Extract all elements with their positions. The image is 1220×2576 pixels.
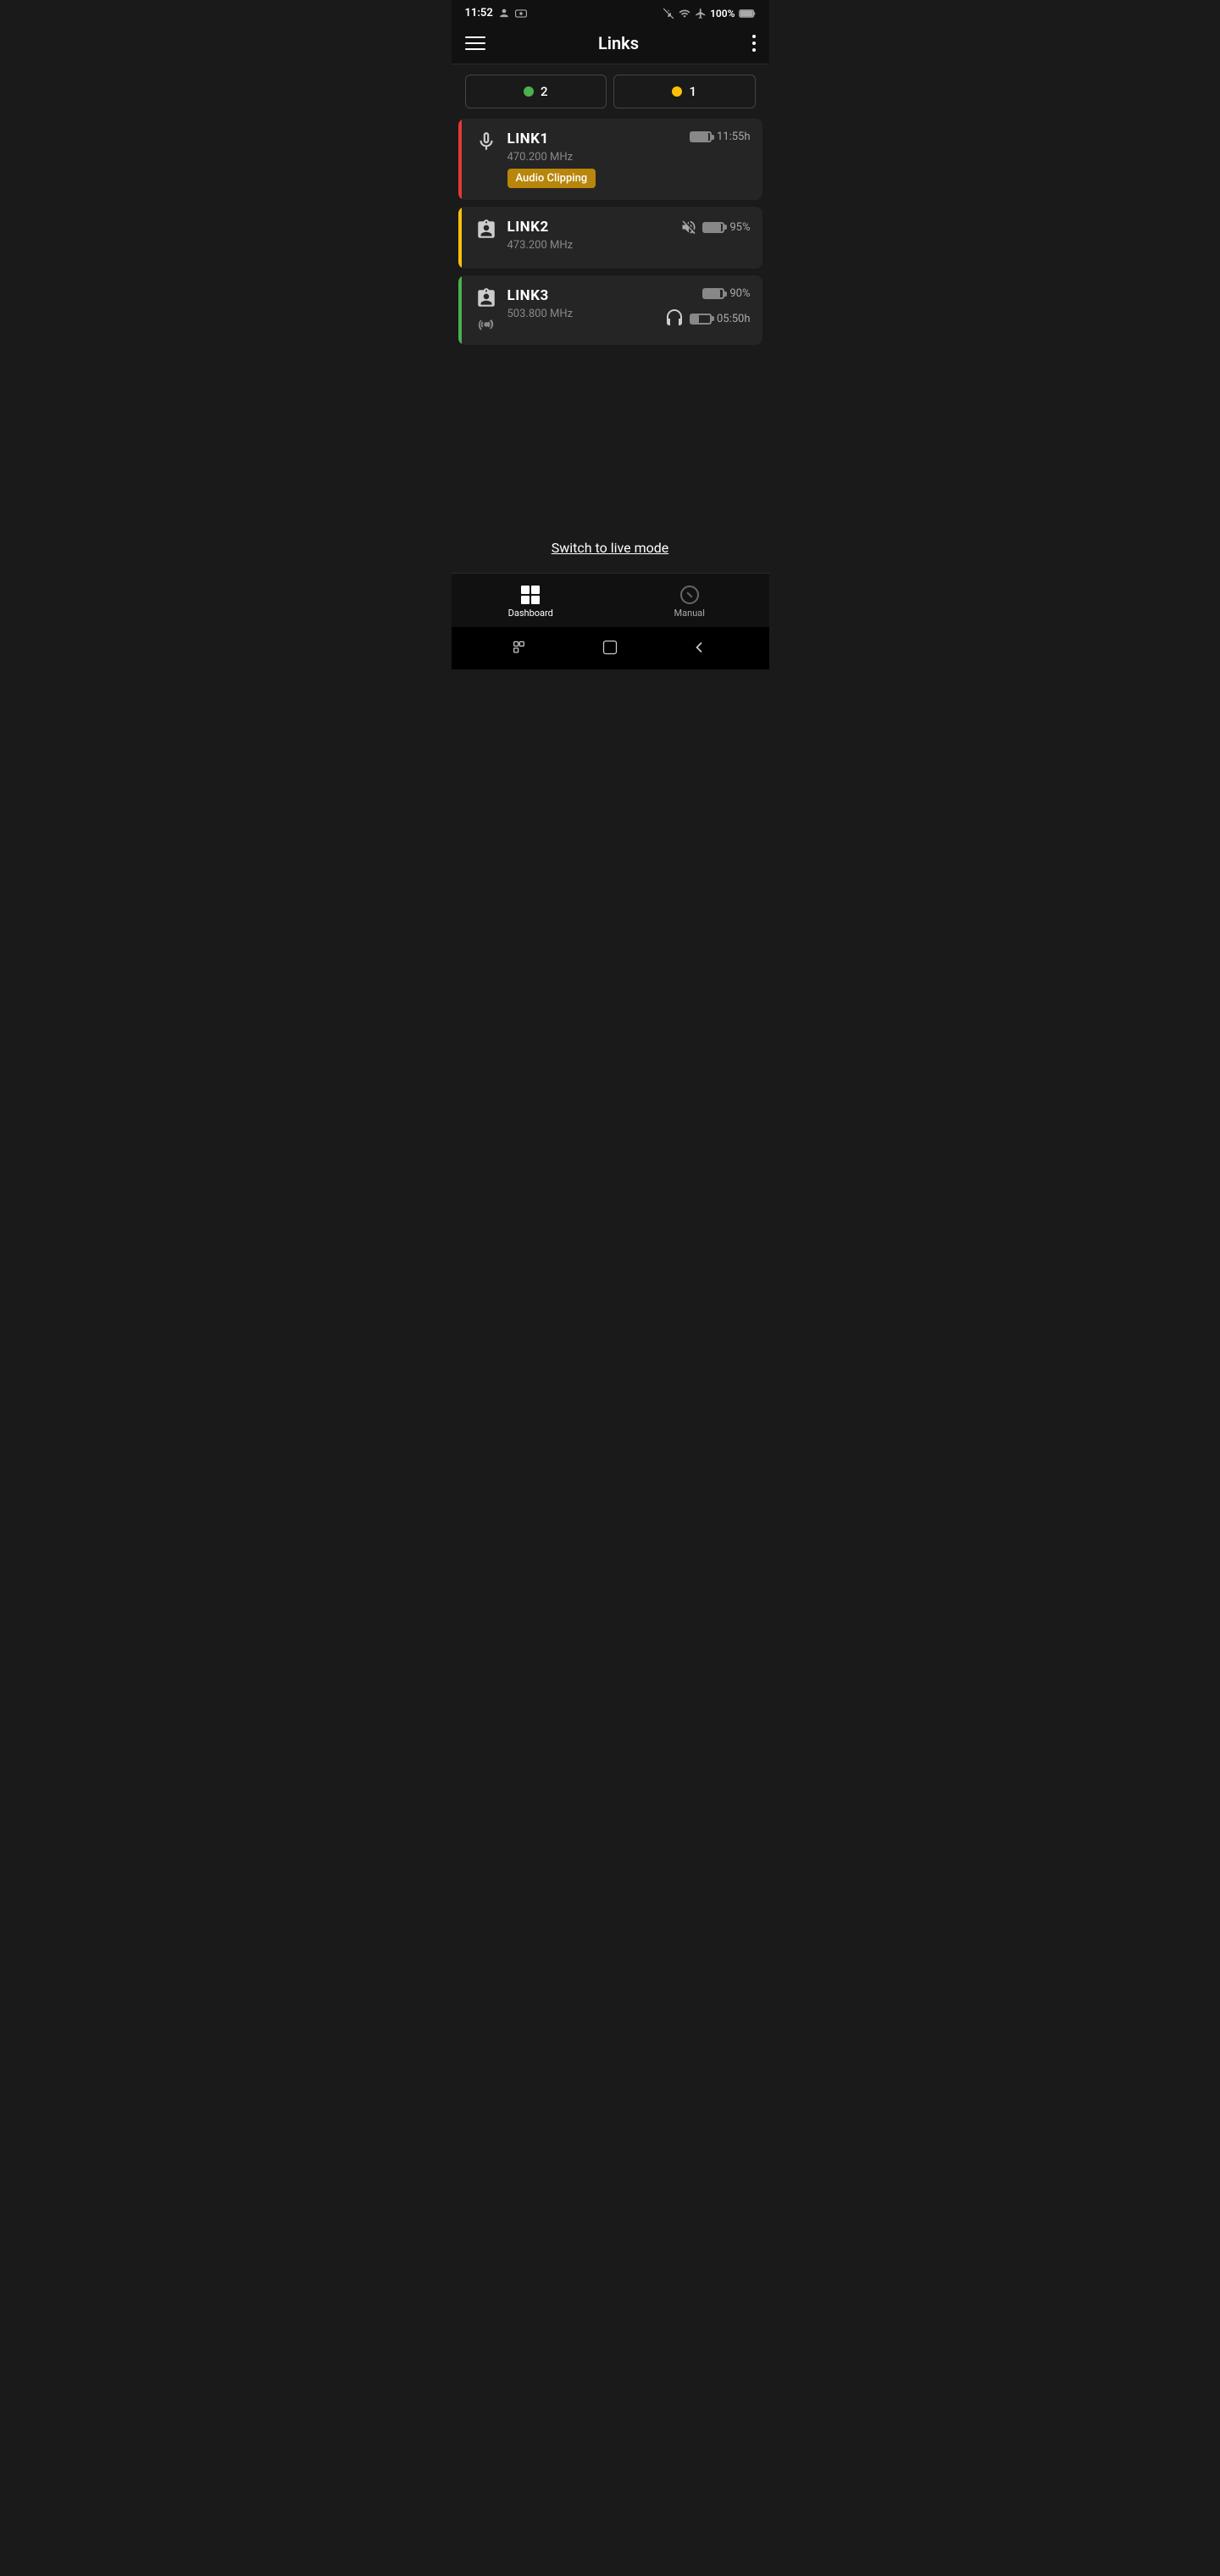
tab-green-count: 2 <box>541 84 548 99</box>
status-icons: 100% <box>663 8 755 19</box>
link3-right: 90% 05:50h <box>664 287 751 329</box>
link-card-1[interactable]: LINK1 470.200 MHz Audio Clipping 11:55h <box>458 119 762 200</box>
page-title: Links <box>598 33 639 53</box>
filter-tabs: 2 1 <box>452 64 769 119</box>
mute-icon <box>680 219 697 236</box>
link2-battery-fill <box>704 224 720 231</box>
bottom-navigation: Dashboard Manual <box>452 573 769 627</box>
link1-name: LINK1 <box>507 130 674 147</box>
link1-badge: Audio Clipping <box>507 169 596 188</box>
link3-battery-percent: 90% <box>729 287 750 300</box>
bottom-nav-dashboard[interactable]: Dashboard <box>452 580 611 624</box>
link3-battery-icon <box>702 288 724 299</box>
dot-1 <box>752 35 756 38</box>
hamburger-line-1 <box>465 36 485 38</box>
link2-content: LINK2 473.200 MHz <box>507 219 674 257</box>
headphone-icon <box>664 308 685 329</box>
dot-3 <box>752 48 756 52</box>
link3-border <box>458 275 462 345</box>
link2-battery-row: 95% <box>680 219 750 236</box>
router-icon <box>477 314 496 333</box>
link2-battery-icon <box>702 222 724 233</box>
link3-content: LINK3 503.800 MHz <box>507 287 664 325</box>
link1-icon <box>475 130 497 153</box>
dot-2 <box>752 42 756 45</box>
clipboard-icon <box>475 219 497 241</box>
link1-battery-icon <box>690 131 712 142</box>
link2-frequency: 473.200 MHz <box>507 239 674 252</box>
switch-to-live-mode-button[interactable]: Switch to live mode <box>552 540 669 556</box>
home-icon <box>602 639 618 656</box>
back-button[interactable] <box>687 636 711 659</box>
top-navigation: Links <box>452 23 769 64</box>
link1-content: LINK1 470.200 MHz Audio Clipping <box>507 130 674 188</box>
link2-name: LINK2 <box>507 219 674 236</box>
battery-percentage: 100% <box>710 8 735 19</box>
link1-right: 11:55h <box>674 130 751 143</box>
tab-yellow[interactable]: 1 <box>613 75 756 108</box>
link1-battery-row: 11:55h <box>690 130 751 143</box>
bottom-nav-manual[interactable]: Manual <box>610 580 769 624</box>
manual-label: Manual <box>674 608 705 619</box>
link3-headphone-battery-icon <box>690 314 712 325</box>
dashboard-icon <box>521 586 540 604</box>
clipboard2-icon <box>475 287 497 309</box>
dashboard-label: Dashboard <box>508 608 553 619</box>
status-bar: 11:52 100% <box>452 0 769 23</box>
link3-main-battery-row: 90% <box>702 287 750 300</box>
link2-border <box>458 207 462 269</box>
hamburger-line-3 <box>465 48 485 50</box>
link-card-2[interactable]: LINK2 473.200 MHz 95% <box>458 207 762 269</box>
link3-frequency: 503.800 MHz <box>507 308 664 320</box>
link1-battery-fill <box>691 133 708 141</box>
link2-right: 95% <box>674 219 751 236</box>
tab-yellow-count: 1 <box>689 84 696 99</box>
tab-green[interactable]: 2 <box>465 75 607 108</box>
link3-battery-fill <box>704 290 719 297</box>
recents-icon <box>513 639 530 656</box>
time-display: 11:52 <box>465 7 493 19</box>
link3-name: LINK3 <box>507 287 664 304</box>
airplane-icon <box>695 8 707 19</box>
link1-battery-text: 11:55h <box>717 130 751 143</box>
home-button[interactable] <box>598 636 622 659</box>
link1-border <box>458 119 462 200</box>
more-options-button[interactable] <box>752 35 756 52</box>
link3-headphone-battery-text: 05:50h <box>717 313 751 325</box>
mute-status-icon <box>663 8 674 19</box>
back-icon <box>690 639 707 656</box>
menu-button[interactable] <box>465 36 485 50</box>
link3-headphone-row: 05:50h <box>664 308 751 329</box>
person-icon <box>498 8 510 19</box>
link-card-3[interactable]: LINK3 503.800 MHz 90% <box>458 275 762 345</box>
camera-icon <box>515 8 527 19</box>
compass-icon <box>680 586 699 604</box>
wifi-icon <box>678 8 691 19</box>
link3-headphone-battery-fill <box>691 315 699 323</box>
link2-battery-text: 95% <box>729 221 750 234</box>
green-dot-icon <box>524 86 534 97</box>
status-time: 11:52 <box>465 7 527 19</box>
live-mode-section: Switch to live mode <box>452 523 769 573</box>
yellow-dot-icon <box>672 86 682 97</box>
link2-icon <box>475 219 497 241</box>
recents-button[interactable] <box>509 636 533 659</box>
links-list: LINK1 470.200 MHz Audio Clipping 11:55h <box>452 119 769 523</box>
microphone-icon <box>475 130 497 153</box>
system-navigation-bar <box>452 627 769 669</box>
battery-status-icon <box>739 8 756 19</box>
link3-icon <box>475 287 497 333</box>
hamburger-line-2 <box>465 42 485 44</box>
link1-frequency: 470.200 MHz <box>507 151 674 164</box>
